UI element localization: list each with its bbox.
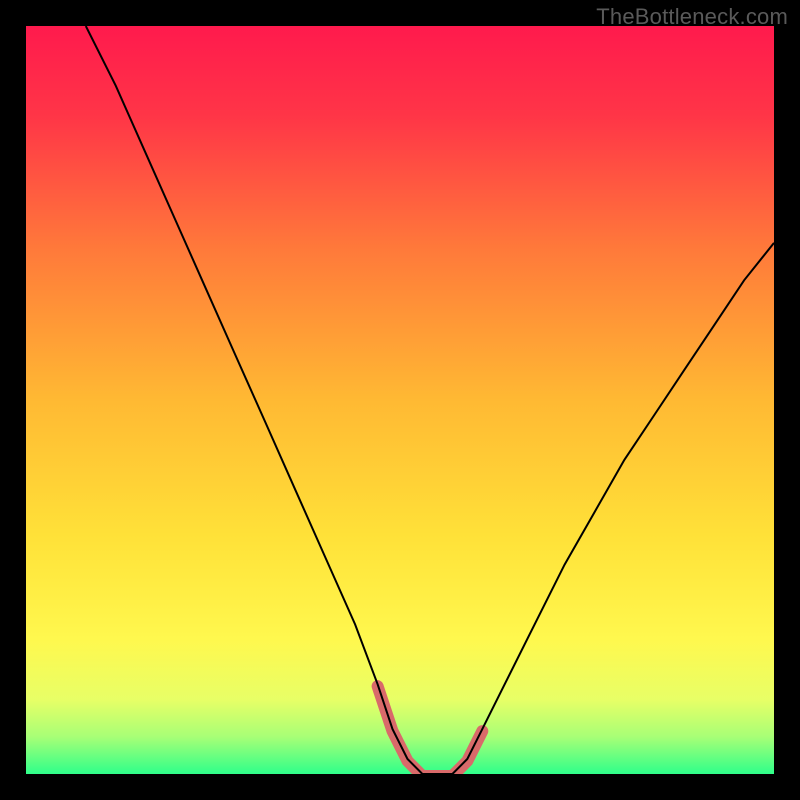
watermark-text: TheBottleneck.com: [596, 4, 788, 30]
chart-plot-area: [26, 26, 774, 774]
chart-frame: TheBottleneck.com: [0, 0, 800, 800]
chart-svg: [26, 26, 774, 774]
